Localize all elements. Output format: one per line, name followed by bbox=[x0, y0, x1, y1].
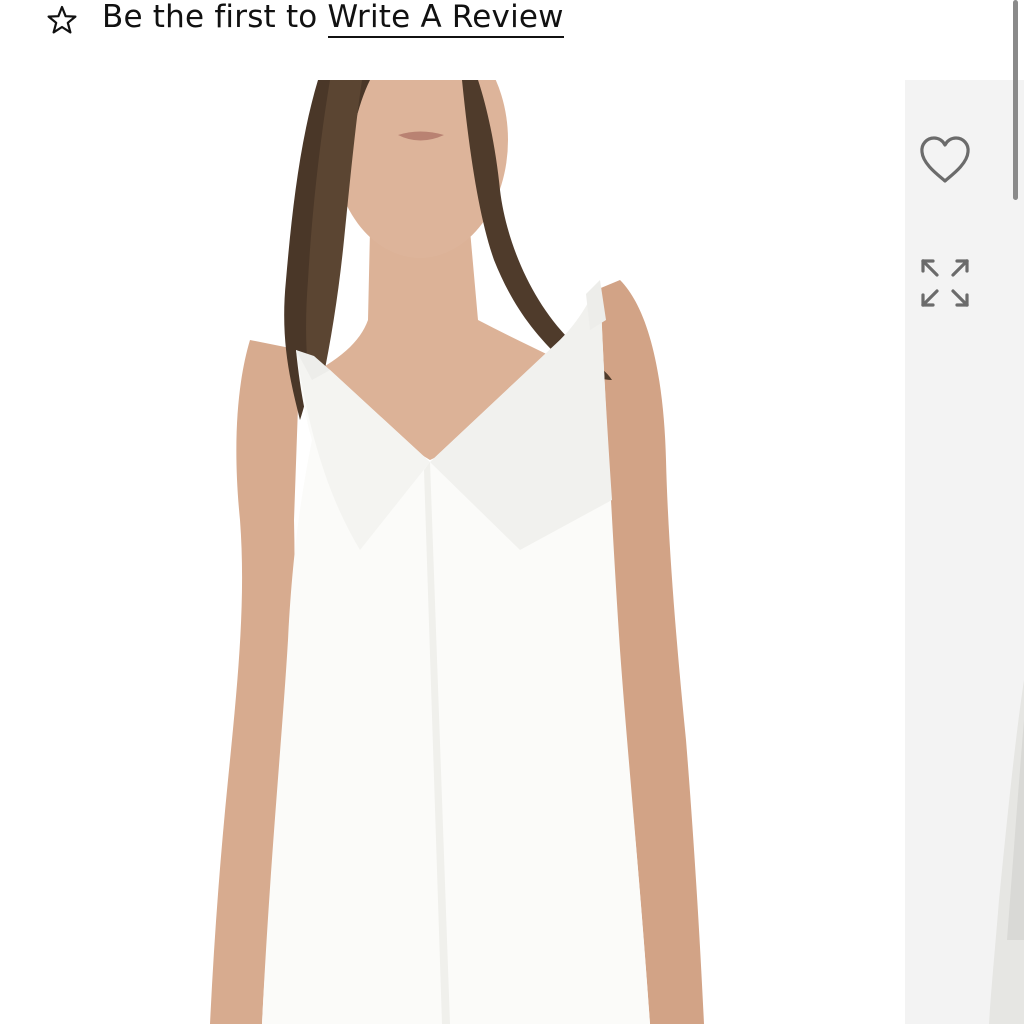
product-image[interactable] bbox=[0, 80, 905, 1024]
heart-outline-icon bbox=[917, 134, 973, 190]
review-summary: Be the first to Write A Review bbox=[46, 0, 564, 40]
expand-image-button[interactable] bbox=[913, 253, 977, 317]
review-prefix: Be the first to bbox=[102, 0, 318, 35]
product-image-gallery bbox=[0, 80, 1024, 1024]
star-outline-icon bbox=[46, 4, 78, 36]
add-to-wishlist-button[interactable] bbox=[913, 130, 977, 194]
write-review-link[interactable]: Write A Review bbox=[327, 0, 564, 38]
next-image-edge bbox=[989, 680, 1024, 1024]
review-prompt: Be the first to Write A Review bbox=[102, 0, 564, 38]
expand-arrows-icon bbox=[917, 255, 973, 315]
product-page: Be the first to Write A Review bbox=[0, 0, 1024, 1024]
page-scrollbar[interactable] bbox=[1013, 0, 1018, 200]
